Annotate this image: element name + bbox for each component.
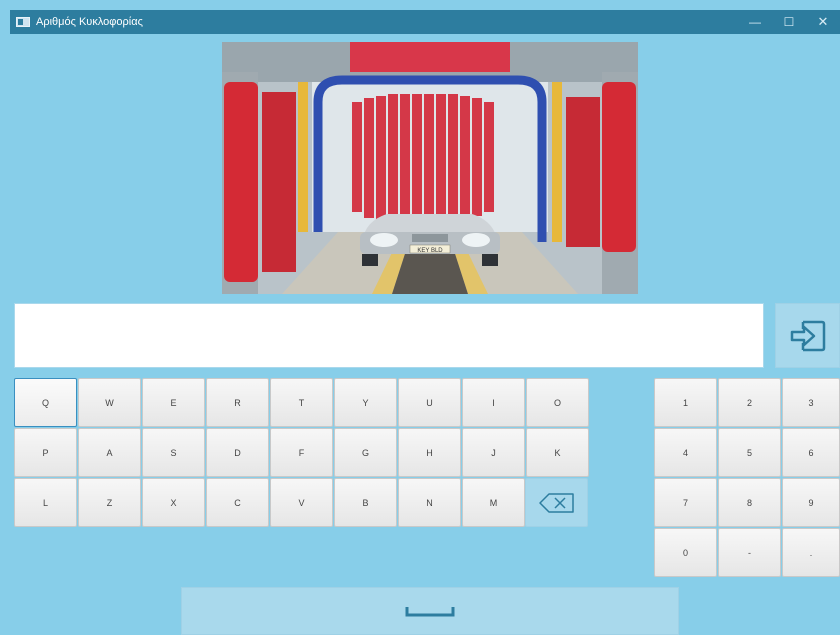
enter-button[interactable] (775, 303, 840, 368)
numpad-key-2[interactable]: 2 (718, 378, 781, 427)
key-g[interactable]: G (334, 428, 397, 477)
app-window-icon (16, 17, 30, 27)
maximize-button[interactable]: ☐ (772, 10, 806, 34)
key-w[interactable]: W (78, 378, 141, 427)
key-e[interactable]: E (142, 378, 205, 427)
key-p[interactable]: P (14, 428, 77, 477)
key-l[interactable]: L (14, 478, 77, 527)
key-f[interactable]: F (270, 428, 333, 477)
numpad-key-0[interactable]: 0 (654, 528, 717, 577)
license-plate-text: KEY BLD (417, 248, 443, 254)
key-b[interactable]: B (334, 478, 397, 527)
numpad-key-minus[interactable]: - (718, 528, 781, 577)
plate-number-input[interactable] (14, 303, 764, 368)
minimize-button[interactable]: — (738, 10, 772, 34)
key-n[interactable]: N (398, 478, 461, 527)
close-button[interactable]: ✕ (806, 10, 840, 34)
key-u[interactable]: U (398, 378, 461, 427)
backspace-icon (538, 492, 574, 513)
backspace-key[interactable] (525, 478, 588, 527)
key-z[interactable]: Z (78, 478, 141, 527)
key-t[interactable]: T (270, 378, 333, 427)
key-q[interactable]: Q (14, 378, 77, 427)
enter-arrow-icon (790, 320, 825, 351)
numpad-key-4[interactable]: 4 (654, 428, 717, 477)
key-y[interactable]: Y (334, 378, 397, 427)
key-v[interactable]: V (270, 478, 333, 527)
space-bar-key[interactable] (181, 587, 679, 635)
numpad-key-1[interactable]: 1 (654, 378, 717, 427)
key-a[interactable]: A (78, 428, 141, 477)
window-titlebar[interactable]: Αριθμός Κυκλοφορίας — ☐ ✕ (10, 10, 840, 34)
numpad-key-6[interactable]: 6 (782, 428, 840, 477)
window-title: Αριθμός Κυκλοφορίας (36, 16, 143, 28)
numpad-key-5[interactable]: 5 (718, 428, 781, 477)
key-c[interactable]: C (206, 478, 269, 527)
key-k[interactable]: K (526, 428, 589, 477)
key-h[interactable]: H (398, 428, 461, 477)
key-m[interactable]: M (462, 478, 525, 527)
key-i[interactable]: I (462, 378, 525, 427)
numpad-key-3[interactable]: 3 (782, 378, 840, 427)
key-o[interactable]: O (526, 378, 589, 427)
key-r[interactable]: R (206, 378, 269, 427)
space-bar-icon (405, 607, 455, 617)
key-x[interactable]: X (142, 478, 205, 527)
key-d[interactable]: D (206, 428, 269, 477)
numpad-key-dot[interactable]: . (782, 528, 840, 577)
numpad-key-7[interactable]: 7 (654, 478, 717, 527)
numpad-key-8[interactable]: 8 (718, 478, 781, 527)
numpad-key-9[interactable]: 9 (782, 478, 840, 527)
key-s[interactable]: S (142, 428, 205, 477)
camera-snapshot-image: KEY BLD (222, 42, 638, 294)
key-j[interactable]: J (462, 428, 525, 477)
car-wash-illustration: KEY BLD (222, 42, 638, 294)
